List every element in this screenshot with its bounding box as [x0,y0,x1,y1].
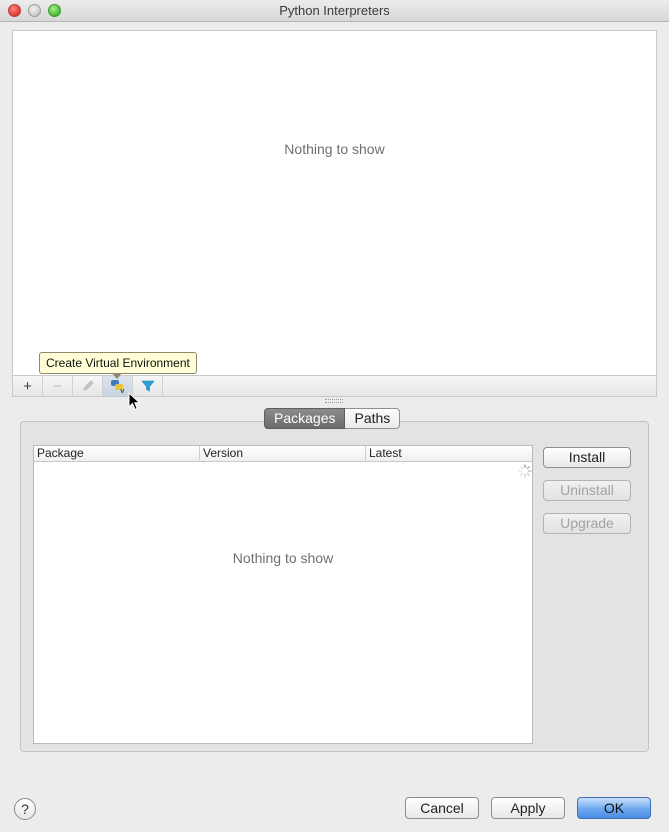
window-title: Python Interpreters [279,3,390,18]
interpreters-toolbar: + − v [12,375,657,397]
python-virtualenv-icon: v [110,380,125,394]
title-bar[interactable]: Python Interpreters [0,0,669,22]
install-button[interactable]: Install [543,447,631,468]
packages-empty-message: Nothing to show [232,550,334,566]
tab-packages[interactable]: Packages [264,408,346,429]
interpreters-empty-message: Nothing to show [284,141,385,157]
uninstall-button[interactable]: Uninstall [543,480,631,501]
column-header-package[interactable]: Package [34,446,200,462]
loading-spinner-icon [518,464,532,478]
packages-tabbar: Packages Paths [264,408,401,429]
remove-interpreter-button[interactable]: − [43,376,73,396]
column-header-version[interactable]: Version [200,446,366,462]
interpreters-list[interactable]: Nothing to show [12,30,657,376]
column-header-latest[interactable]: Latest [366,446,532,462]
svg-text:v: v [120,387,125,394]
ok-button[interactable]: OK [577,797,651,819]
apply-button[interactable]: Apply [491,797,565,819]
plus-icon: + [23,377,32,395]
pencil-icon [82,380,94,391]
filter-icon [140,380,155,392]
minus-icon: − [53,377,62,395]
mouse-cursor-icon [128,392,141,411]
splitter-handle[interactable] [325,399,343,403]
create-virtualenv-tooltip: Create Virtual Environment [39,352,197,374]
tooltip-arrow [112,373,122,379]
packages-table-header: Package Version Latest [34,446,532,462]
help-button[interactable]: ? [14,798,36,820]
packages-table[interactable]: Package Version Latest Nothing to show [33,445,533,744]
add-interpreter-button[interactable]: + [13,376,43,396]
upgrade-button[interactable]: Upgrade [543,513,631,534]
edit-interpreter-button[interactable] [73,376,103,396]
cancel-button[interactable]: Cancel [405,797,479,819]
tab-paths[interactable]: Paths [345,408,401,429]
